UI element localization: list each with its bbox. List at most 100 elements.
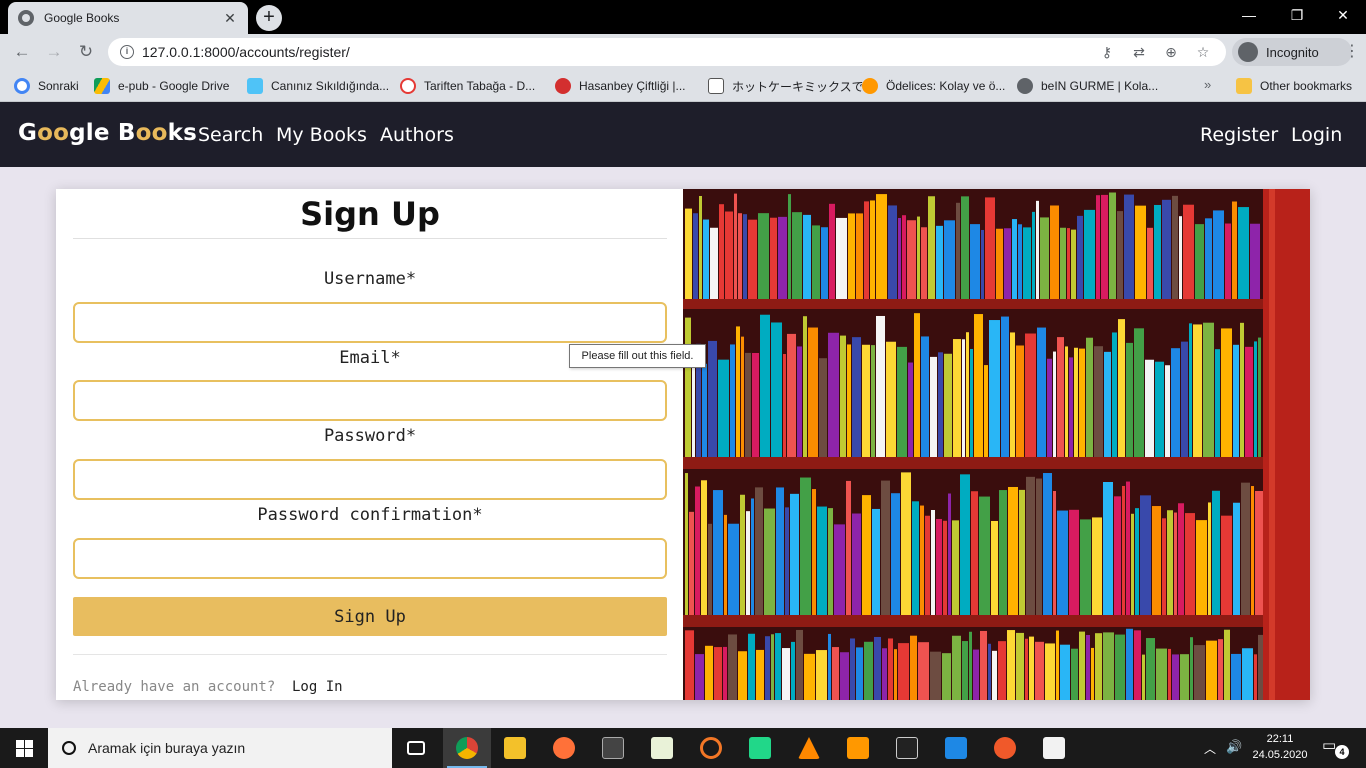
password-confirmation-input[interactable] xyxy=(73,538,667,579)
cmd-icon[interactable] xyxy=(883,728,931,768)
other-bookmarks[interactable]: Other bookmarks xyxy=(1236,77,1352,95)
bookmark-label: beIN GURME | Kola... xyxy=(1041,79,1159,93)
tomato-icon xyxy=(555,78,571,94)
terminal-icon[interactable] xyxy=(589,728,637,768)
task-view-icon[interactable] xyxy=(392,728,440,768)
nav-authors-link[interactable]: Authors xyxy=(380,124,454,146)
password-confirmation-label: Password confirmation* xyxy=(257,505,483,525)
notification-count-badge: 4 xyxy=(1335,745,1349,759)
notification-center-icon[interactable]: ▭ 4 xyxy=(1322,736,1349,760)
username-label: Username* xyxy=(323,269,417,289)
minimize-button[interactable]: — xyxy=(1226,0,1272,30)
file-explorer-icon[interactable] xyxy=(491,728,539,768)
browser-menu-icon[interactable]: ⋮ xyxy=(1342,40,1362,64)
link-icon xyxy=(400,78,416,94)
globe-icon xyxy=(1017,78,1033,94)
nav-register-link[interactable]: Register xyxy=(1200,124,1278,146)
page-title: Sign Up xyxy=(300,195,440,233)
link-icon xyxy=(708,78,724,94)
bookmark-item[interactable]: ホットケーキミックスで... xyxy=(708,77,874,95)
sublime-text-icon[interactable] xyxy=(834,728,882,768)
log-in-link[interactable]: Log In xyxy=(292,679,343,695)
drive-icon xyxy=(94,78,110,94)
password-label: Password* xyxy=(323,426,417,446)
incognito-icon xyxy=(1238,42,1258,62)
site-navbar: Google Books Search My Books Authors Reg… xyxy=(0,102,1366,167)
back-button[interactable]: ← xyxy=(10,40,34,64)
bookmark-label: ホットケーキミックスで... xyxy=(732,79,874,94)
signup-card: Sign Up Username* Email* Password* Passw… xyxy=(56,189,1310,700)
already-have-account-text: Already have an account? xyxy=(73,679,276,695)
bookmark-item[interactable]: Ödelices: Kolay ve ö... xyxy=(862,77,1005,95)
url-text[interactable]: 127.0.0.1:8000/accounts/register/ xyxy=(142,44,1086,60)
bookmark-item[interactable]: e-pub - Google Drive xyxy=(94,77,229,95)
notepad-icon[interactable] xyxy=(638,728,686,768)
clock-date: 24.05.2020 xyxy=(1252,749,1308,761)
zoom-icon[interactable]: ⊕ xyxy=(1160,41,1182,63)
google-icon xyxy=(14,78,30,94)
typora-icon[interactable] xyxy=(1030,728,1078,768)
browser-toolbar: ← → ↻ i 127.0.0.1:8000/accounts/register… xyxy=(0,34,1366,70)
other-bookmarks-label: Other bookmarks xyxy=(1260,79,1353,93)
tab-title: Google Books xyxy=(44,11,120,25)
bookmark-item[interactable]: Canınız Sıkıldığında... xyxy=(247,77,389,95)
signup-form: Sign Up Username* Email* Password* Passw… xyxy=(56,189,683,700)
bookmark-label: e-pub - Google Drive xyxy=(118,79,230,93)
forward-button[interactable]: → xyxy=(42,40,66,64)
password-input[interactable] xyxy=(73,459,667,500)
taskbar-search-box[interactable]: Aramak için buraya yazın xyxy=(48,728,392,768)
new-tab-button[interactable]: + xyxy=(256,5,282,31)
browser-tab-strip: Google Books ✕ + — ❐ ✕ xyxy=(0,0,1366,34)
globe-icon xyxy=(18,10,34,26)
address-bar[interactable]: i 127.0.0.1:8000/accounts/register/ ⚷ ⇄ … xyxy=(108,38,1226,66)
divider xyxy=(73,654,667,655)
link-icon xyxy=(862,78,878,94)
site-info-icon[interactable]: i xyxy=(120,45,134,59)
reload-button[interactable]: ↻ xyxy=(74,40,98,64)
bookmark-item[interactable]: beIN GURME | Kola... xyxy=(1017,77,1158,95)
bookmark-item[interactable]: Sonraki xyxy=(14,77,79,95)
bookmark-label: Ödelices: Kolay ve ö... xyxy=(886,79,1006,93)
windows-start-icon[interactable] xyxy=(0,728,48,768)
browser-tab[interactable]: Google Books ✕ xyxy=(8,2,248,34)
bookmark-label: Tariften Tabağa - D... xyxy=(424,79,536,93)
bookmark-item[interactable]: Hasanbey Çiftliği |... xyxy=(555,77,686,95)
tray-expand-icon[interactable]: ︿ xyxy=(1204,740,1216,757)
bookmarks-overflow-icon[interactable]: » xyxy=(1204,77,1211,92)
clock-time: 22:11 xyxy=(1266,733,1294,745)
nav-login-link[interactable]: Login xyxy=(1291,124,1342,146)
jupyter-icon[interactable] xyxy=(687,728,735,768)
taskbar-clock[interactable]: 22:11 24.05.2020 xyxy=(1250,731,1310,763)
username-input[interactable] xyxy=(73,302,667,343)
vscode-icon[interactable] xyxy=(932,728,980,768)
brave-icon[interactable] xyxy=(981,728,1029,768)
folder-icon xyxy=(1236,78,1252,94)
firefox-icon[interactable] xyxy=(540,728,588,768)
validation-tooltip: Please fill out this field. xyxy=(569,344,706,368)
nav-my-books-link[interactable]: My Books xyxy=(276,124,367,146)
close-window-button[interactable]: ✕ xyxy=(1320,0,1366,30)
translate-icon[interactable]: ⇄ xyxy=(1128,41,1150,63)
incognito-label: Incognito xyxy=(1266,44,1319,60)
bookmark-item[interactable]: Tariften Tabağa - D... xyxy=(400,77,535,95)
bookmark-label: Hasanbey Çiftliği |... xyxy=(579,79,686,93)
bookmarks-bar: Sonraki e-pub - Google Drive Canınız Sık… xyxy=(0,70,1366,102)
vlc-icon[interactable] xyxy=(785,728,833,768)
incognito-indicator[interactable]: Incognito xyxy=(1232,38,1352,66)
windows-taskbar: Aramak için buraya yazın ︿ 🔊 22:11 24.05… xyxy=(0,728,1366,768)
nav-search-link[interactable]: Search xyxy=(198,124,263,146)
search-icon xyxy=(62,741,76,755)
email-input[interactable] xyxy=(73,380,667,421)
restore-button[interactable]: ❐ xyxy=(1274,0,1320,30)
sign-up-button[interactable]: Sign Up xyxy=(73,597,667,636)
close-tab-icon[interactable]: ✕ xyxy=(222,10,238,27)
volume-icon[interactable]: 🔊 xyxy=(1226,739,1242,755)
key-icon[interactable]: ⚷ xyxy=(1096,41,1118,63)
taskbar-search-placeholder: Aramak için buraya yazın xyxy=(88,740,246,756)
bookshelf-image xyxy=(683,189,1310,700)
bookmark-label: Sonraki xyxy=(38,79,79,93)
chrome-icon[interactable] xyxy=(443,728,491,768)
bookmark-star-icon[interactable]: ☆ xyxy=(1192,41,1214,63)
pycharm-icon[interactable] xyxy=(736,728,784,768)
brand-logo[interactable]: Google Books xyxy=(18,120,197,146)
